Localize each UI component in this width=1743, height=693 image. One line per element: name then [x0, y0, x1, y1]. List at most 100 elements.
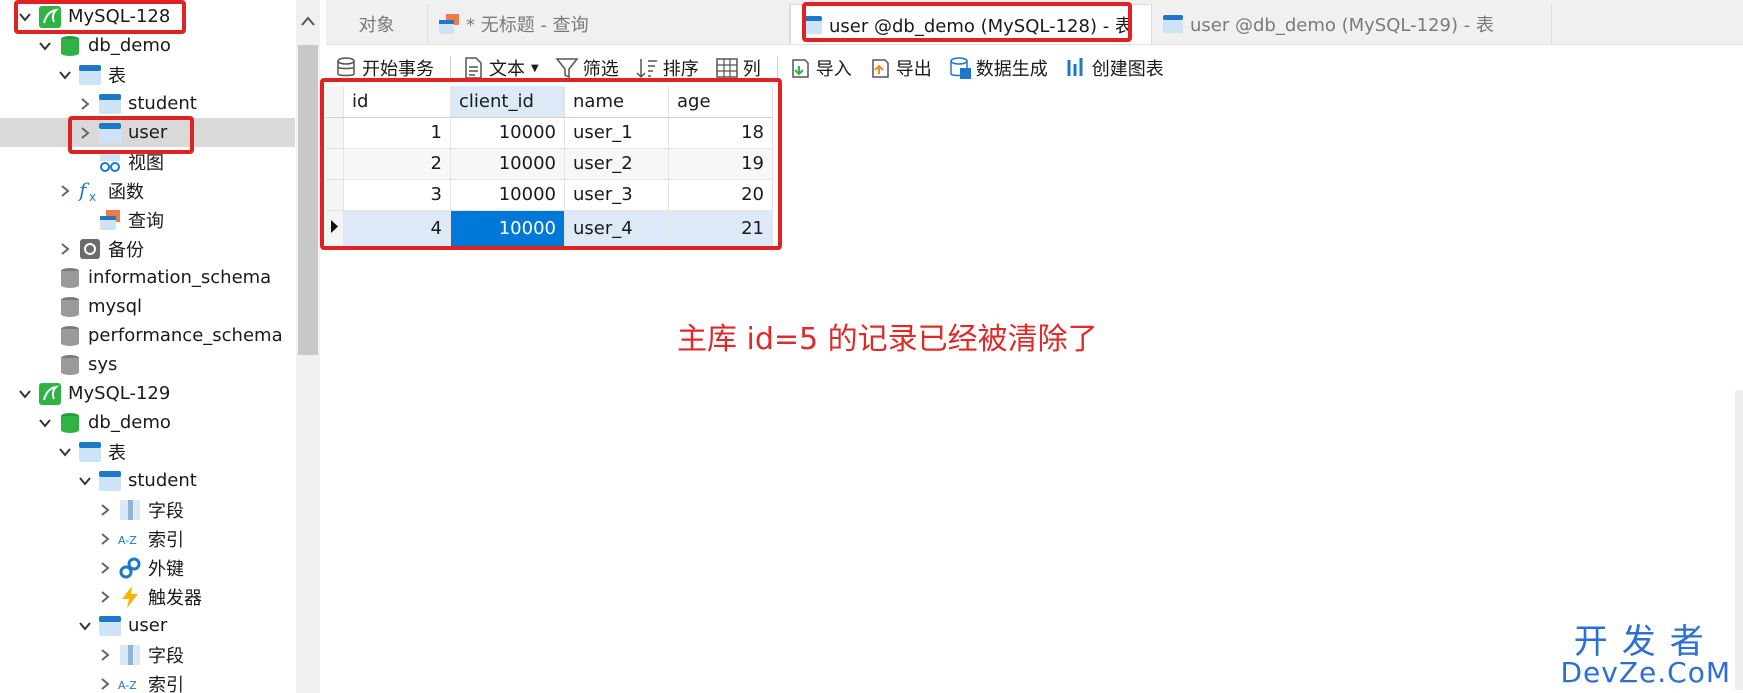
chevron-down-icon[interactable] — [78, 474, 92, 488]
index-icon: A-Z — [118, 527, 142, 551]
chevron-right-icon[interactable] — [58, 242, 72, 256]
columns-button[interactable]: 列 — [715, 55, 761, 81]
cell-age[interactable]: 21 — [668, 210, 773, 248]
column-header-client-id[interactable]: client_id — [450, 86, 565, 118]
tree-item-tables-2[interactable]: 表 — [58, 437, 295, 466]
chevron-down-icon[interactable] — [38, 416, 52, 430]
sort-icon — [635, 56, 659, 80]
column-header-name[interactable]: name — [564, 86, 669, 118]
index-icon: A-Z — [118, 672, 142, 693]
chevron-down-icon[interactable] — [38, 39, 52, 53]
tab-objects[interactable]: 对象 — [326, 4, 428, 44]
export-button[interactable]: 导出 — [868, 55, 932, 81]
tree-item-mysql-128[interactable]: MySQL-128 — [18, 2, 295, 31]
tab-untitled-query[interactable]: * 无标题 - 查询 — [428, 4, 790, 44]
tree-item-functions[interactable]: fx 函数 — [58, 176, 295, 205]
tab-user-mysql-128[interactable]: user @db_demo (MySQL-128) - 表 — [790, 4, 1152, 44]
chevron-right-icon[interactable] — [58, 184, 72, 198]
row-header[interactable] — [326, 179, 344, 211]
tree-item-backups[interactable]: 备份 — [58, 234, 295, 263]
cell-name[interactable]: user_2 — [564, 148, 669, 180]
cell-age[interactable]: 18 — [668, 117, 773, 149]
tree-item-db-demo[interactable]: db_demo — [38, 31, 295, 60]
header-row: id client_id name age — [326, 86, 773, 118]
filter-button[interactable]: 筛选 — [555, 55, 619, 81]
tree-item-queries[interactable]: 查询 — [78, 205, 295, 234]
cell-client-id-selected[interactable]: 10000 — [450, 210, 565, 248]
chevron-down-icon[interactable] — [18, 387, 32, 401]
cell-id[interactable]: 1 — [343, 117, 451, 149]
tree-item-tables[interactable]: 表 — [58, 60, 295, 89]
column-header-id[interactable]: id — [343, 86, 451, 118]
table-row[interactable]: 2 10000 user_2 19 — [326, 148, 773, 180]
cell-age[interactable]: 20 — [668, 179, 773, 211]
tree-item-user-2[interactable]: user — [78, 611, 295, 640]
tree-item-mysql[interactable]: mysql — [38, 292, 295, 321]
chevron-right-icon[interactable] — [98, 532, 112, 546]
tree-item-fields-2[interactable]: 字段 — [98, 640, 295, 669]
tree-item-fields[interactable]: 字段 — [98, 495, 295, 524]
table-row[interactable]: 1 10000 user_1 18 — [326, 117, 773, 149]
cell-name[interactable]: user_3 — [564, 179, 669, 211]
tree-item-student[interactable]: student — [78, 89, 295, 118]
import-button[interactable]: 导入 — [788, 55, 852, 81]
begin-transaction-button[interactable]: 开始事务 — [334, 55, 434, 81]
chevron-down-icon[interactable] — [18, 10, 32, 24]
tree-item-student-2[interactable]: student — [78, 466, 295, 495]
tree-item-mysql-129[interactable]: MySQL-129 — [18, 379, 295, 408]
chevron-right-icon[interactable] — [98, 677, 112, 691]
tree-item-label: user — [128, 615, 168, 636]
svg-text:A-Z: A-Z — [118, 679, 137, 692]
tree-item-views[interactable]: 视图 — [78, 147, 295, 176]
scroll-up-icon[interactable] — [301, 10, 315, 31]
tree-item-indexes-2[interactable]: A-Z 索引 — [98, 669, 295, 693]
chevron-right-icon[interactable] — [78, 97, 92, 111]
row-header[interactable] — [326, 117, 344, 149]
tree-item-label: 表 — [108, 442, 126, 464]
chevron-down-icon[interactable] — [58, 445, 72, 459]
chevron-right-icon[interactable] — [98, 503, 112, 517]
tree-item-user[interactable]: user — [0, 118, 295, 147]
cell-name[interactable]: user_1 — [564, 117, 669, 149]
cell-name[interactable]: user_4 — [564, 210, 669, 248]
column-header-age[interactable]: age — [668, 86, 773, 118]
chevron-down-icon[interactable] — [58, 68, 72, 82]
cell-client-id[interactable]: 10000 — [450, 148, 565, 180]
chevron-right-icon[interactable] — [98, 561, 112, 575]
cell-id[interactable]: 2 — [343, 148, 451, 180]
tree-item-sys[interactable]: sys — [38, 350, 295, 379]
dropdown-caret-icon[interactable]: ▼ — [531, 63, 539, 74]
sidebar-scroll-thumb[interactable] — [298, 45, 318, 355]
toolbar-divider — [776, 56, 778, 80]
table-icon — [801, 14, 823, 36]
sidebar-scrollbar[interactable] — [296, 0, 320, 693]
tab-user-mysql-129[interactable]: user @db_demo (MySQL-129) - 表 — [1152, 4, 1552, 44]
sort-button[interactable]: 排序 — [635, 55, 699, 81]
text-button[interactable]: 文本 ▼ — [461, 55, 539, 81]
cell-id[interactable]: 3 — [343, 179, 451, 211]
table-row-current[interactable]: 4 10000 user_4 21 — [326, 210, 773, 248]
cell-age[interactable]: 19 — [668, 148, 773, 180]
create-chart-button[interactable]: 创建图表 — [1064, 55, 1164, 81]
current-row-indicator-icon[interactable] — [326, 210, 344, 248]
tree-item-information-schema[interactable]: information_schema — [38, 263, 295, 292]
data-generation-button[interactable]: 数据生成 — [948, 55, 1048, 81]
chevron-right-icon[interactable] — [98, 590, 112, 604]
tree-item-label: 函数 — [108, 181, 144, 203]
cell-id[interactable]: 4 — [343, 210, 451, 248]
cell-client-id[interactable]: 10000 — [450, 117, 565, 149]
import-icon — [788, 56, 812, 80]
tree-item-db-demo-2[interactable]: db_demo — [38, 408, 295, 437]
cell-client-id[interactable]: 10000 — [450, 179, 565, 211]
tree-item-foreign-keys[interactable]: 外键 — [98, 553, 295, 582]
grid-scrollbar[interactable] — [1735, 390, 1743, 690]
chevron-right-icon[interactable] — [98, 648, 112, 662]
tree-item-performance-schema[interactable]: performance_schema — [38, 321, 295, 350]
chevron-down-icon[interactable] — [78, 619, 92, 633]
row-header[interactable] — [326, 148, 344, 180]
tree-item-triggers[interactable]: 触发器 — [98, 582, 295, 611]
chevron-right-icon[interactable] — [78, 126, 92, 140]
table-row[interactable]: 3 10000 user_3 20 — [326, 179, 773, 211]
tree-item-indexes[interactable]: A-Z 索引 — [98, 524, 295, 553]
